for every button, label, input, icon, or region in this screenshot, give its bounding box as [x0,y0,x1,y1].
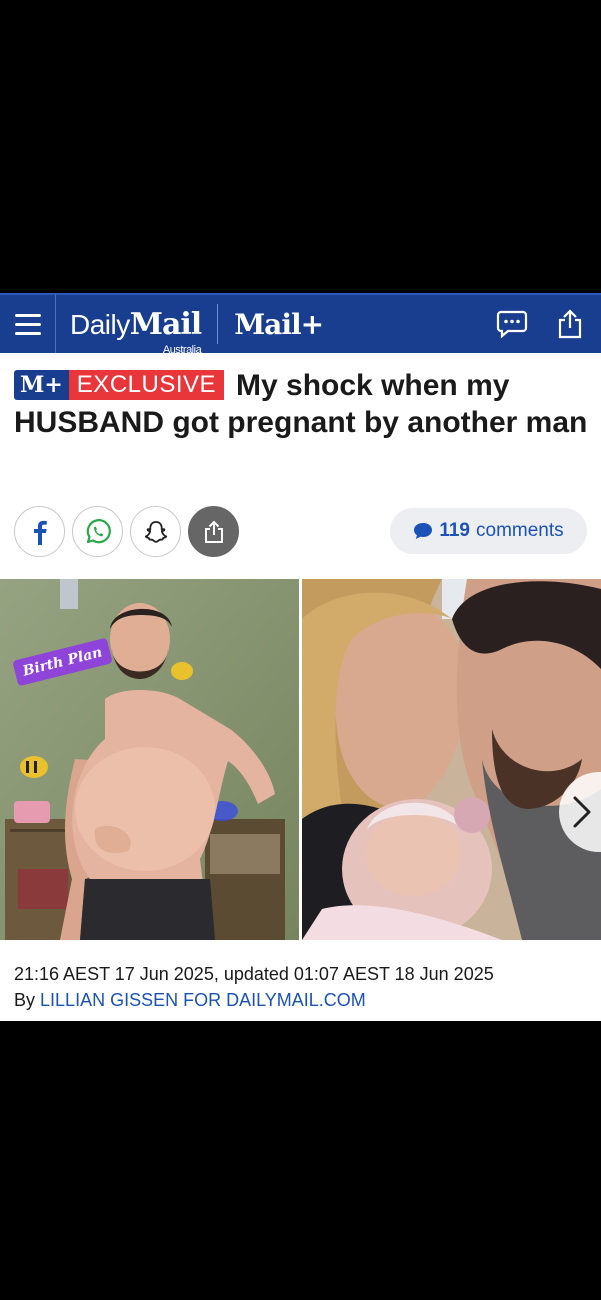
article-meta: 21:16 AEST 17 Jun 2025, updated 01:07 AE… [14,961,494,1013]
snapchat-icon [144,520,167,543]
share-up-icon [204,520,223,543]
share-buttons [14,506,239,557]
menu-icon[interactable] [0,294,56,354]
headline[interactable]: M+ EXCLUSIVE My shock when my HUSBAND got … [14,367,589,441]
byline-prefix: By [14,990,36,1010]
comments-label: comments [476,520,564,541]
photo-family-newborn[interactable] [302,579,601,940]
image-gallery[interactable]: Birth Plan [0,579,601,940]
photo-man-pregnant[interactable]: Birth Plan [0,579,299,940]
comments-icon[interactable] [495,307,529,341]
header-divider [217,304,219,344]
author-link[interactable]: LILLIAN GISSEN FOR DAILYMAIL.COM [40,990,366,1010]
site-header: DailyMail Australia Mail+ [0,293,601,356]
more-share-button[interactable] [188,506,239,557]
logo-daily-text: Daily [70,308,130,340]
facebook-share-button[interactable] [14,506,65,557]
logo-mail-text: Mail [129,306,202,342]
snapchat-share-button[interactable] [130,506,181,557]
byline: By LILLIAN GISSEN FOR DAILYMAIL.COM [14,987,494,1013]
comments-button[interactable]: 119 comments [390,508,587,554]
whatsapp-icon [86,518,111,543]
screen: DailyMail Australia Mail+ M+ EXCLUSIVE My … [0,0,601,1300]
whatsapp-share-button[interactable] [72,506,123,557]
daily-mail-logo[interactable]: DailyMail Australia [70,306,202,356]
mail-plus-logo[interactable]: Mail+ [234,308,324,341]
article: M+ EXCLUSIVE My shock when my HUSBAND got … [0,353,601,1021]
comments-count: 119 [439,520,470,541]
share-icon[interactable] [553,307,587,341]
chevron-right-icon [573,796,591,828]
comment-bubble-icon [414,523,433,539]
mail-plus-badge: M+ [14,370,69,400]
timestamp: 21:16 AEST 17 Jun 2025, updated 01:07 AE… [14,964,494,984]
photo-family-newborn-image [302,579,601,940]
photo-man-pregnant-image [0,579,299,940]
facebook-icon [33,520,47,545]
exclusive-badge: EXCLUSIVE [68,370,225,400]
